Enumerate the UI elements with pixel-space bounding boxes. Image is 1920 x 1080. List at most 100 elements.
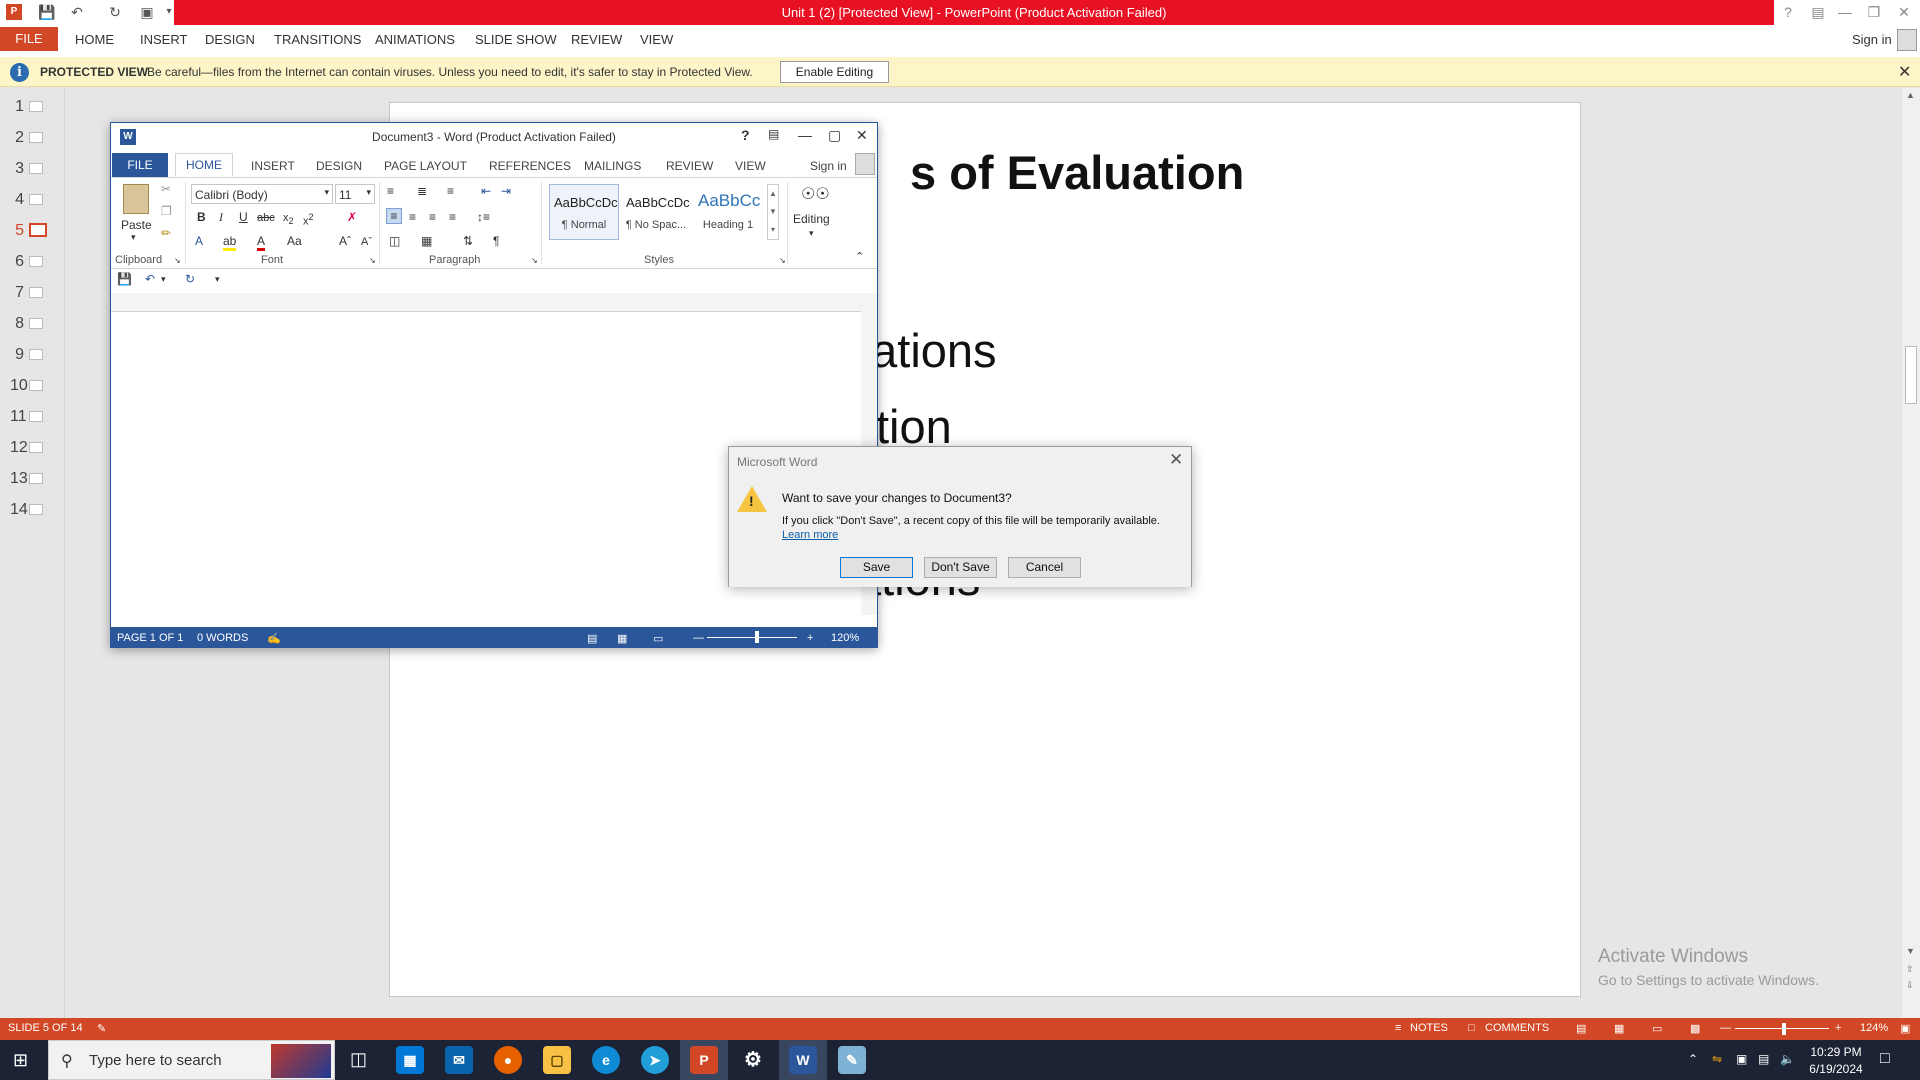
normal-view-icon[interactable]: ▤ — [1576, 1022, 1586, 1035]
align-right-icon[interactable]: ≡ — [429, 210, 436, 224]
slide-thumbnail[interactable]: 5 — [0, 222, 60, 242]
scroll-down-icon[interactable]: ▼ — [1906, 946, 1915, 956]
close-icon[interactable]: ✕ — [856, 127, 868, 144]
help-icon[interactable]: ? — [741, 127, 750, 143]
slide-preview[interactable] — [29, 380, 43, 391]
subscript-icon[interactable]: x2 — [283, 212, 294, 226]
zoom-slider-thumb[interactable] — [755, 631, 759, 643]
slide-preview[interactable] — [29, 349, 43, 360]
proofing-icon[interactable]: ✍ — [267, 632, 281, 645]
slide-thumbnail[interactable]: 8 — [0, 315, 60, 335]
read-mode-icon[interactable]: ▤ — [587, 632, 597, 645]
slide-preview[interactable] — [29, 473, 43, 484]
slide-preview[interactable] — [29, 318, 43, 329]
copy-icon[interactable]: ❐ — [161, 204, 172, 218]
strikethrough-icon[interactable]: abc — [257, 212, 275, 224]
font-color-icon[interactable]: A — [257, 234, 266, 251]
help-icon[interactable]: ? — [1773, 0, 1803, 25]
tab-file[interactable]: FILE — [0, 27, 58, 51]
tab-design[interactable]: DESIGN — [316, 159, 362, 173]
zoom-out-icon[interactable]: — — [693, 632, 704, 644]
multilevel-list-icon[interactable]: ≡ — [447, 184, 454, 198]
save-icon[interactable]: 💾 — [117, 272, 132, 286]
save-icon[interactable]: 💾 — [38, 3, 56, 21]
numbering-icon[interactable]: ≣ — [417, 184, 427, 198]
telegram-icon[interactable]: ➤ — [641, 1046, 669, 1074]
editing-button[interactable]: Editing — [793, 212, 830, 226]
scrollbar-thumb[interactable] — [1905, 346, 1917, 404]
clock-time[interactable]: 10:29 PM — [1806, 1045, 1866, 1059]
slide-thumbnail[interactable]: 4 — [0, 191, 60, 211]
shrink-font-icon[interactable]: Aˇ — [361, 236, 372, 248]
slide-sorter-icon[interactable]: ▦ — [1614, 1022, 1624, 1035]
close-icon[interactable]: ✕ — [1169, 450, 1183, 470]
enable-editing-button[interactable]: Enable Editing — [780, 61, 889, 83]
save-changes-dialog[interactable]: Microsoft Word ✕ ! Want to save your cha… — [728, 446, 1192, 587]
style-normal[interactable]: AaBbCcDc ¶ Normal — [549, 184, 619, 240]
slide-thumbnail[interactable]: 6 — [0, 253, 60, 273]
font-name-select[interactable]: Calibri (Body) ▾ — [191, 184, 333, 204]
paragraph-launcher-icon[interactable]: ↘ — [531, 256, 538, 265]
underline-icon[interactable]: U — [239, 210, 248, 224]
tab-references[interactable]: REFERENCES — [489, 159, 571, 173]
notepad-icon[interactable]: ✎ — [838, 1046, 866, 1074]
slide-preview[interactable] — [29, 287, 43, 298]
store-icon[interactable]: ▦ — [396, 1046, 424, 1074]
tab-mailings[interactable]: MAILINGS — [584, 159, 641, 173]
undo-icon[interactable]: ↶ — [68, 3, 86, 21]
redo-icon[interactable]: ↻ — [106, 3, 124, 21]
justify-icon[interactable]: ≡ — [449, 210, 456, 224]
decrease-indent-icon[interactable]: ⇤ — [481, 184, 491, 198]
zoom-level[interactable]: 120% — [831, 632, 859, 644]
tray-app-icon[interactable]: ⇋ — [1712, 1052, 1722, 1066]
restore-icon[interactable]: ❐ — [1859, 0, 1889, 25]
slide-preview[interactable] — [29, 101, 43, 112]
minimize-icon[interactable]: — — [798, 127, 812, 143]
sign-in-link[interactable]: Sign in — [810, 159, 847, 173]
borders-icon[interactable]: ▦ — [421, 234, 432, 248]
paste-dropdown-icon[interactable]: ▾ — [131, 232, 136, 243]
meet-now-icon[interactable]: ▣ — [1736, 1052, 1747, 1066]
tab-slide-show[interactable]: SLIDE SHOW — [475, 32, 557, 47]
tab-transitions[interactable]: TRANSITIONS — [274, 32, 361, 47]
user-avatar[interactable] — [855, 153, 875, 175]
spelling-icon[interactable]: ✎ — [97, 1022, 106, 1035]
styles-gallery-scroll[interactable]: ▲ ▼ ▾ — [767, 184, 779, 240]
present-icon[interactable]: ▣ — [138, 3, 156, 21]
file-explorer-icon[interactable]: ▢ — [543, 1046, 571, 1074]
slide-preview[interactable] — [29, 256, 43, 267]
clear-formatting-icon[interactable]: ✗ — [347, 210, 357, 224]
clipboard-launcher-icon[interactable]: ↘ — [174, 256, 181, 265]
paste-icon[interactable] — [123, 184, 149, 214]
bullets-icon[interactable]: ≡ — [387, 184, 394, 198]
text-effects-icon[interactable]: A — [195, 234, 203, 248]
tab-home[interactable]: HOME — [75, 32, 114, 47]
settings-icon[interactable]: ⚙ — [739, 1046, 767, 1074]
ribbon-display-icon[interactable]: ▤ — [768, 127, 779, 141]
clock-date[interactable]: 6/19/2024 — [1806, 1062, 1866, 1076]
close-icon[interactable]: ✕ — [1889, 0, 1919, 25]
tab-design[interactable]: DESIGN — [205, 32, 255, 47]
repeat-icon[interactable]: ↻ — [185, 272, 195, 286]
zoom-slider[interactable] — [707, 637, 797, 638]
notifications-icon[interactable]: □ — [1880, 1050, 1890, 1068]
ribbon-display-icon[interactable]: ▤ — [1803, 0, 1833, 25]
line-spacing-icon[interactable]: ↕≡ — [477, 210, 490, 224]
network-icon[interactable]: ▤ — [1758, 1052, 1769, 1066]
change-case-icon[interactable]: Aa — [287, 234, 302, 248]
slide-preview[interactable] — [29, 442, 43, 453]
scroll-up-icon[interactable]: ▲ — [1906, 90, 1915, 100]
web-layout-icon[interactable]: ▭ — [653, 632, 663, 645]
cut-icon[interactable]: ✂ — [161, 182, 171, 196]
zoom-out-icon[interactable]: — — [1720, 1022, 1731, 1034]
powerpoint-taskbar-icon[interactable]: P — [690, 1046, 718, 1074]
volume-icon[interactable]: 🔈 — [1780, 1052, 1795, 1066]
slide-preview[interactable] — [29, 163, 43, 174]
show-formatting-icon[interactable]: ¶ — [493, 234, 499, 248]
cancel-button[interactable]: Cancel — [1008, 557, 1081, 578]
slide-preview[interactable] — [29, 223, 47, 237]
grow-font-icon[interactable]: Aˆ — [339, 234, 351, 248]
close-protected-view-icon[interactable]: ✕ — [1898, 62, 1911, 82]
page-indicator[interactable]: PAGE 1 OF 1 — [117, 632, 183, 644]
undo-dropdown-icon[interactable]: ▾ — [161, 274, 166, 285]
